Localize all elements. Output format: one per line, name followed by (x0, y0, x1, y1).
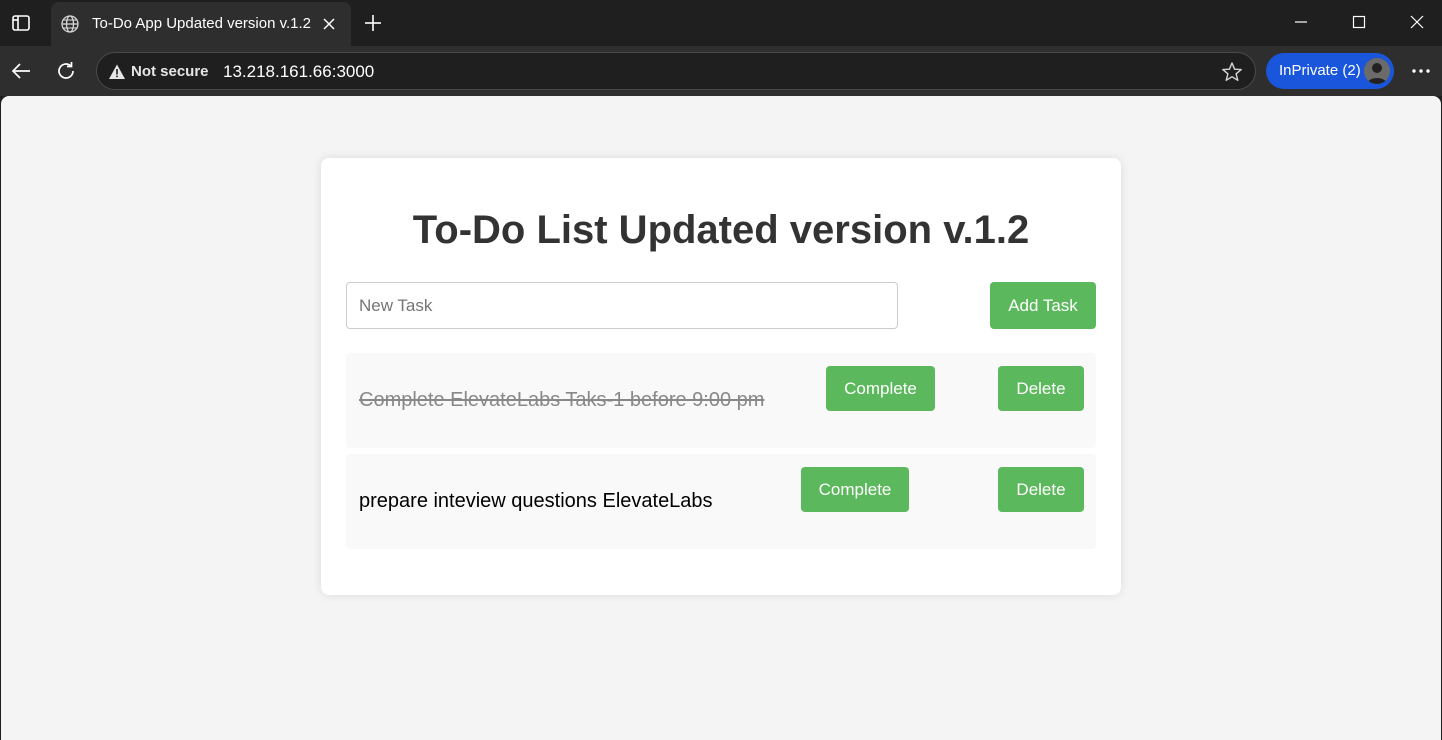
security-label[interactable]: Not secure (131, 63, 209, 80)
refresh-icon[interactable] (53, 58, 79, 84)
page-title: To-Do List Updated version v.1.2 (412, 208, 1030, 252)
browser-tab[interactable]: To-Do App Updated version v.1.2 (51, 2, 351, 46)
complete-button[interactable]: Complete (801, 467, 909, 512)
window-close-icon[interactable] (1402, 8, 1432, 36)
task-item: Complete ElevateLabs Taks-1 before 9:00 … (346, 353, 1096, 448)
tab-bar: To-Do App Updated version v.1.2 (0, 0, 1442, 46)
minimize-icon[interactable] (1286, 8, 1316, 36)
tab-title: To-Do App Updated version v.1.2 (92, 15, 312, 32)
star-icon[interactable] (1221, 61, 1243, 83)
delete-button[interactable]: Delete (998, 366, 1084, 411)
task-text: Complete ElevateLabs Taks-1 before 9:00 … (359, 389, 765, 411)
inprivate-button[interactable]: InPrivate (2) (1266, 53, 1394, 89)
globe-icon (60, 14, 80, 34)
plus-icon[interactable] (361, 11, 385, 35)
address-bar[interactable]: Not secure 13.218.161.66:3000 (96, 52, 1256, 90)
task-item: prepare inteview questions ElevateLabs C… (346, 454, 1096, 549)
browser-toolbar: Not secure 13.218.161.66:3000 InPrivate … (0, 46, 1442, 96)
maximize-icon[interactable] (1344, 8, 1374, 36)
inprivate-label: InPrivate (2) (1279, 62, 1361, 79)
todo-card: To-Do List Updated version v.1.2 Add Tas… (321, 158, 1121, 595)
warning-icon[interactable] (108, 63, 126, 81)
tab-actions-icon[interactable] (8, 10, 34, 36)
page-viewport: To-Do List Updated version v.1.2 Add Tas… (1, 96, 1441, 740)
add-task-button[interactable]: Add Task (990, 282, 1096, 329)
new-task-input[interactable] (346, 282, 898, 329)
close-icon[interactable] (319, 14, 339, 34)
more-icon[interactable] (1408, 58, 1434, 84)
avatar (1362, 56, 1392, 86)
back-icon[interactable] (8, 58, 34, 84)
delete-button[interactable]: Delete (998, 467, 1084, 512)
complete-button[interactable]: Complete (826, 366, 935, 411)
task-text: prepare inteview questions ElevateLabs (359, 490, 713, 512)
url-text[interactable]: 13.218.161.66:3000 (223, 62, 374, 82)
